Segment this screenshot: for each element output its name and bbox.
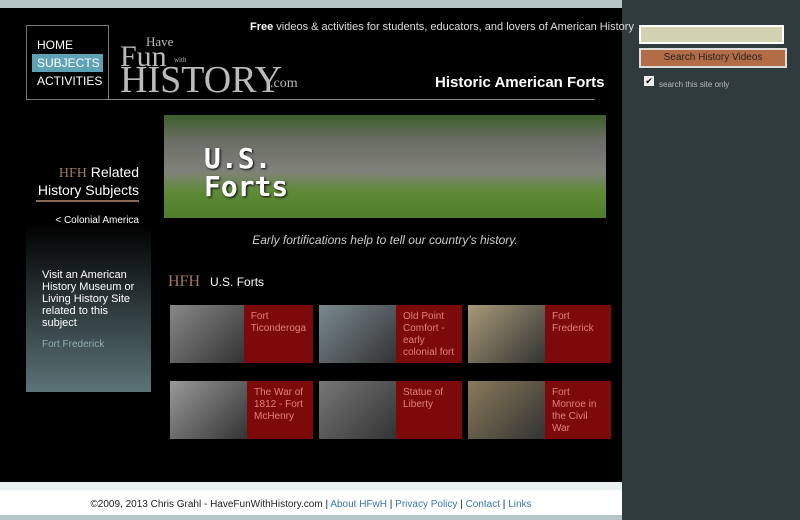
card-label[interactable]: Statue of Liberty xyxy=(396,381,462,439)
footer-strip xyxy=(0,482,622,490)
nav-home[interactable]: HOME xyxy=(32,36,103,54)
section-heading: HFH U.S. Forts xyxy=(168,273,264,291)
subject-card[interactable]: Fort Ticonderoga xyxy=(170,305,313,363)
subject-card[interactable]: Old Point Comfort - early colonial fort xyxy=(319,305,462,363)
card-thumbnail[interactable] xyxy=(170,381,247,439)
tagline: Free videos & activities for students, e… xyxy=(250,21,634,33)
site-only-label: search this site only xyxy=(659,80,730,89)
sep: | xyxy=(500,499,509,510)
site-only-checkbox[interactable]: ✔ xyxy=(644,76,654,86)
nav-subjects[interactable]: SUBJECTS xyxy=(32,54,103,72)
tagline-text: videos & activities for students, educat… xyxy=(273,21,634,33)
main-nav: HOME SUBJECTS ACTIVITIES xyxy=(26,25,109,100)
card-thumbnail[interactable] xyxy=(319,305,396,363)
fort-frederick-link[interactable]: Fort Frederick xyxy=(42,339,104,350)
contact-link[interactable]: Contact xyxy=(466,499,500,510)
colonial-text: Colonial America xyxy=(63,215,139,226)
card-label[interactable]: The War of 1812 - Fort McHenry xyxy=(247,381,313,439)
subject-card[interactable]: The War of 1812 - Fort McHenry xyxy=(170,381,313,439)
banner-caption: Early fortifications help to tell our co… xyxy=(252,233,518,247)
card-thumbnail[interactable] xyxy=(468,381,545,439)
search-button[interactable]: Search History Videos xyxy=(639,48,787,68)
tagline-bold: Free xyxy=(250,21,274,33)
logo-com: .com xyxy=(270,76,298,91)
subject-card[interactable]: Statue of Liberty xyxy=(319,381,462,439)
divider xyxy=(105,99,595,100)
sep: | xyxy=(387,499,396,510)
card-thumbnail[interactable] xyxy=(170,305,244,363)
card-thumbnail[interactable] xyxy=(319,381,396,439)
banner-text: U.S. Forts xyxy=(204,142,289,203)
nav-activities[interactable]: ACTIVITIES xyxy=(32,72,103,90)
top-strip xyxy=(0,0,622,8)
card-label[interactable]: Old Point Comfort - early colonial fort xyxy=(396,305,462,363)
visit-text: Visit an American History Museum or Livi… xyxy=(42,269,135,329)
sep: | xyxy=(457,499,466,510)
hfh-mark: HFH xyxy=(168,273,201,290)
related-heading: HFH Related History Subjects xyxy=(26,164,139,199)
card-label[interactable]: Fort Ticonderoga xyxy=(243,305,313,363)
colonial-america-link[interactable]: < Colonial America xyxy=(55,215,139,226)
card-label[interactable]: Fort Frederick xyxy=(545,305,611,363)
subject-card[interactable]: Fort Monroe in the Civil War xyxy=(468,381,611,439)
card-thumbnail[interactable] xyxy=(468,305,545,363)
back-arrow-icon: < xyxy=(55,215,64,226)
card-label[interactable]: Fort Monroe in the Civil War xyxy=(545,381,611,439)
section-title: U.S. Forts xyxy=(210,275,265,289)
privacy-link[interactable]: Privacy Policy xyxy=(395,499,457,510)
hfh-mark: HFH xyxy=(58,166,87,181)
links-link[interactable]: Links xyxy=(508,499,531,510)
footer: ©2009, 2013 Chris Grahl - HaveFunWithHis… xyxy=(0,490,622,515)
related-sidebar: HFH Related History Subjects < Colonial … xyxy=(26,112,151,392)
forts-banner: U.S. Forts xyxy=(164,115,606,218)
bottom-strip xyxy=(0,515,622,520)
search-input[interactable] xyxy=(639,25,784,44)
subject-card[interactable]: Fort Frederick xyxy=(468,305,611,363)
related-heading-text: Related History Subjects xyxy=(37,164,139,198)
logo-history: HISTORY xyxy=(120,59,282,101)
heading-underline xyxy=(36,200,139,202)
page-title: Historic American Forts xyxy=(435,74,605,91)
copyright: ©2009, 2013 Chris Grahl - HaveFunWithHis… xyxy=(90,499,331,510)
about-link[interactable]: About HFwH xyxy=(330,499,387,510)
